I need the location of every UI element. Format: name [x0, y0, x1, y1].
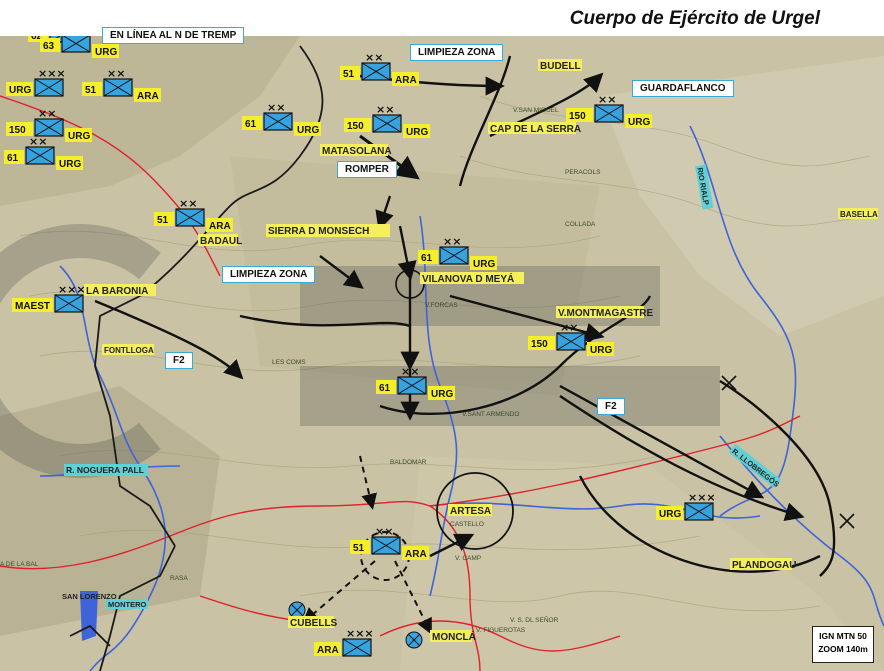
unit-tag: URG — [473, 259, 495, 270]
unit-number: 150 — [569, 111, 586, 122]
topographic-map: BUDELL CAP DE LA SERRA MATASOLANA SIERRA… — [0, 36, 884, 671]
place-matasolana: MATASOLANA — [322, 146, 392, 157]
unit-echelon: ××× — [688, 491, 716, 504]
unit-echelon: ×× — [376, 103, 394, 116]
text-v-camp: V. CAMP — [455, 555, 481, 562]
unit-tag: ARA — [395, 75, 417, 86]
place-fontlloga: FONTLLOGA — [104, 346, 154, 355]
place-montmagastre: V.MONTMAGASTRE — [558, 308, 654, 319]
unit-number: 61 — [379, 383, 391, 394]
unit-echelon: ×× — [598, 93, 616, 106]
place-plandogau: PLANDOGAU — [732, 560, 796, 571]
unit-number: ARA — [317, 645, 339, 656]
place-artesa: ARTESA — [450, 506, 491, 517]
unit-echelon: ×× — [560, 321, 578, 334]
text-la-bal: A DE LA BAL — [0, 561, 39, 568]
unit-echelon: ××× — [38, 67, 66, 80]
unit-number: 51 — [85, 85, 97, 96]
callout-limpieza-zona-mid: LIMPIEZA ZONA — [222, 266, 316, 283]
callout-f2-left: F2 — [165, 352, 193, 369]
unit-number: 150 — [531, 339, 548, 350]
text-s-arnaldo: V.SANT ARMENDO — [462, 411, 519, 418]
callout-limpieza-zona-top: LIMPIEZA ZONA — [410, 44, 504, 61]
unit-number: 51 — [157, 215, 169, 226]
text-san-miguel: V.SAN MIGUEL — [513, 107, 559, 114]
callout-guardaflanco: GUARDAFLANCO — [632, 80, 734, 97]
map-title: Cuerpo de Ejército de Urgel — [569, 8, 820, 29]
unit-tag: URG — [590, 345, 612, 356]
unit-tag: ARA — [209, 221, 231, 232]
place-sierra-monsech: SIERRA D MONSECH — [268, 226, 369, 237]
callout-f2-right: F2 — [597, 398, 625, 415]
unit-tag: ARA — [405, 549, 427, 560]
unit-echelon: ×× — [365, 51, 383, 64]
unit-echelon: ×× — [38, 107, 56, 120]
place-mongla: MONCLÁ — [432, 630, 476, 643]
unit-echelon: ×× — [107, 67, 125, 80]
callout-romper: ROMPER — [337, 161, 397, 178]
legend-line-1: IGN MTN 50 — [819, 631, 867, 641]
unit-echelon: ××× — [58, 283, 86, 296]
unit-echelon: ×× — [29, 135, 47, 148]
text-collada: COLLADA — [565, 221, 596, 228]
place-badaul: BADAUL — [200, 236, 242, 247]
unit-number: URG — [9, 85, 31, 96]
legend-line-2: ZOOM 140m — [818, 644, 868, 654]
unit-echelon: ×× — [401, 365, 419, 378]
place-basella: BASELLA — [840, 210, 878, 219]
unit-echelon: ×× — [443, 235, 461, 248]
unit-echelon: ×× — [375, 525, 393, 538]
place-noguera: R. NOGUERA PALL — [66, 465, 144, 475]
unit-tag: URG — [68, 131, 90, 142]
place-cap-serra: CAP DE LA SERRA — [490, 124, 581, 135]
map-stage: Cuerpo de Ejército de Urgel BUDELL CAP D… — [0, 0, 884, 671]
unit-tag: ARA — [137, 91, 159, 102]
text-s-dl-senor: V. S. DL SEÑOR — [510, 615, 559, 624]
unit-number: 51 — [353, 543, 365, 554]
unit-number: 61 — [421, 253, 433, 264]
unit-number: 63 — [43, 41, 55, 52]
unit-tag: URG — [59, 159, 81, 170]
callout-linea-tremp: EN LÍNEA AL N DE TREMP — [102, 27, 245, 44]
unit-number: 150 — [347, 121, 364, 132]
place-budell: BUDELL — [540, 61, 581, 72]
text-baldomar: BALDOMAR — [390, 459, 427, 466]
unit-number: 61 — [7, 153, 19, 164]
unit-echelon: ×× — [179, 197, 197, 210]
text-rasa: RASA — [170, 575, 188, 582]
text-les-coms: LES COMS — [272, 359, 306, 366]
unit-tag: URG — [297, 125, 319, 136]
text-peracols: PERACOLS — [565, 169, 601, 176]
text-castell: CASTELLO — [450, 521, 484, 528]
unit-number: 61 — [245, 119, 257, 130]
unit-tag: URG — [95, 47, 117, 58]
place-san-lorenzo: SAN LORENZO — [62, 592, 117, 601]
place-montero: MONTERO — [108, 600, 146, 609]
unit-tag: URG — [628, 117, 650, 128]
unit-echelon: ××× — [346, 627, 374, 640]
place-cubells: CUBELLS — [290, 618, 338, 629]
unit-tag: URG — [406, 127, 428, 138]
unit-number: 150 — [9, 125, 26, 136]
unit-number: URG — [659, 509, 681, 520]
unit-tag: URG — [431, 389, 453, 400]
place-vilanova: VILANOVA D MEYÁ — [422, 272, 514, 285]
text-v-figuerotas: V. FIGUEROTAS — [476, 627, 526, 634]
unit-echelon: ×× — [267, 101, 285, 114]
unit-number: MAEST — [15, 301, 50, 312]
map-scale-legend: IGN MTN 50 ZOOM 140m — [812, 626, 874, 663]
text-v-forcas: V.FORCAS — [425, 302, 458, 309]
unit-number: 51 — [343, 69, 355, 80]
place-la-baronia: LA BARONIA — [86, 286, 148, 297]
